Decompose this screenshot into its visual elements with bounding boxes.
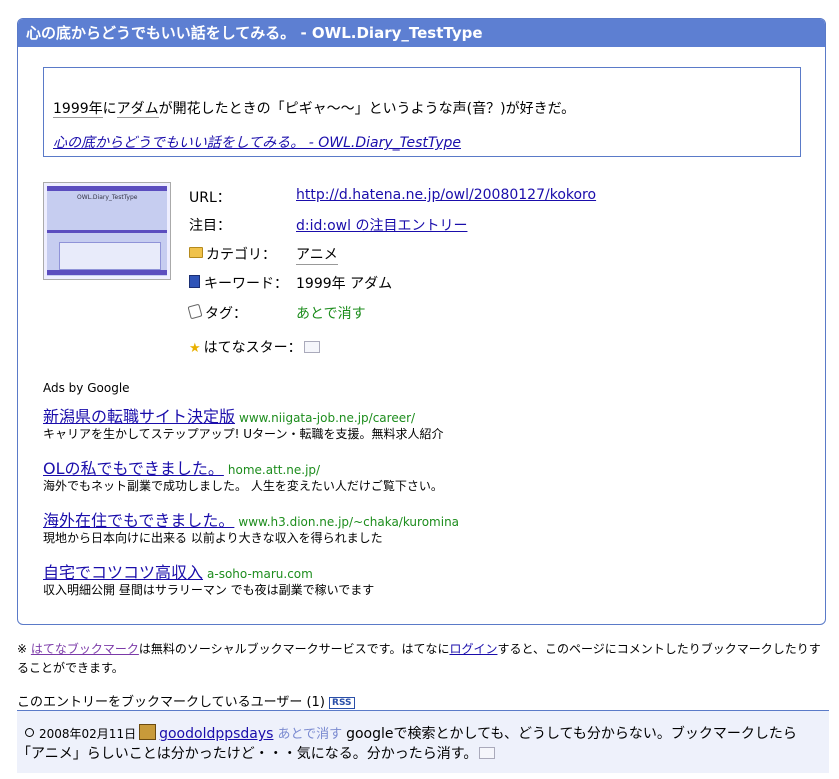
folder-icon xyxy=(189,247,203,258)
ad-description: 海外でもネット副業で成功しました。 人生を変えたい人だけご覧下さい。 xyxy=(43,479,443,493)
entry-url-link[interactable]: http://d.hatena.ne.jp/owl/20080127/kokor… xyxy=(296,187,596,203)
bookmark-comment-cont: 「アニメ」らしいことは分かったけど・・・気になる。分かったら消す。 xyxy=(17,743,496,763)
bookmark-comment: googleで検索とかしても、どうしても分からない。ブックマークしたら xyxy=(346,726,797,742)
ad-item: 海外在住でもできました。 www.h3.dion.ne.jp/~chaka/kur… xyxy=(43,507,460,545)
attention-label: 注目： xyxy=(189,218,231,234)
bullet-circle-icon xyxy=(25,728,34,737)
keyword-label: キーワード： xyxy=(189,273,288,293)
ad-description: 収入明細公開 昼間はサラリーマン でも夜は副業で稼いでます xyxy=(43,583,375,597)
page-thumbnail[interactable]: OWL.Diary_TestType xyxy=(43,182,171,280)
ad-url: home.att.ne.jp/ xyxy=(227,463,321,477)
bookmark-entry: 2008年02月11日 goodoldppsdays あとで消す googleで検索と… xyxy=(17,710,829,773)
bookmark-tag[interactable]: あとで消す xyxy=(277,727,342,742)
bookmark-comment-text: 「アニメ」らしいことは分かったけど・・・気になる。分かったら消す。 xyxy=(17,746,478,762)
quote-text: 1999年にアダムが開花したときの「ピギャ〜〜」というような声(音？)が好きだ。 xyxy=(53,98,575,118)
ad-title-link[interactable]: 新潟県の転職サイト決定版 xyxy=(43,407,235,426)
hatena-bookmark-link[interactable]: はてなブックマーク xyxy=(31,642,139,656)
category-label-text: カテゴリ： xyxy=(206,247,276,263)
keyword-book-icon xyxy=(189,275,200,288)
entry-title: 心の底からどうでもいい話をしてみる。 - OWL.Diary_TestType xyxy=(18,19,825,47)
ad-description: キャリアを生かしてステップアップ! Uターン・転職を支援。無料求人紹介 xyxy=(43,427,444,441)
tag-icon xyxy=(187,303,203,320)
bookmark-users-header: このエントリーをブックマークしているユーザー (1) RSS xyxy=(17,691,355,710)
thumbnail-bar xyxy=(47,186,167,191)
ad-item: OLの私でもできました。 home.att.ne.jp/ 海外でもネット副業で成功… xyxy=(43,455,443,493)
category-label: カテゴリ： xyxy=(189,244,276,264)
bookmark-date: 2008年02月11日 xyxy=(39,727,137,741)
ad-title-link[interactable]: 海外在住でもできました。 xyxy=(43,511,234,530)
add-star-icon[interactable] xyxy=(479,747,496,759)
thumbnail-caption: OWL.Diary_TestType xyxy=(77,194,138,201)
category-value[interactable]: アニメ xyxy=(296,244,338,265)
user-avatar[interactable] xyxy=(139,724,157,740)
ad-item: 自宅でコツコツ高収入 a-soho-maru.com 収入明細公開 昼間はサラリー… xyxy=(43,559,374,597)
bookmark-line: 2008年02月11日 goodoldppsdays あとで消す googleで検索と… xyxy=(25,723,797,743)
thumbnail-image: OWL.Diary_TestType xyxy=(47,186,167,276)
tag-label-text: タグ： xyxy=(205,306,247,322)
keyword-adam[interactable]: アダム xyxy=(116,101,159,118)
login-link[interactable]: ログイン xyxy=(449,642,497,656)
tag-label: タグ： xyxy=(187,303,247,323)
keyword-1999[interactable]: 1999年 xyxy=(53,101,103,118)
keyword-value[interactable]: 1999年 アダム xyxy=(296,273,392,293)
quote-box: 1999年にアダムが開花したときの「ピギャ〜〜」というような声(音？)が好きだ。… xyxy=(43,67,801,157)
keyword-label-text: キーワード： xyxy=(204,276,288,292)
add-star-icon[interactable] xyxy=(303,341,320,353)
ad-url: a-soho-maru.com xyxy=(207,567,313,581)
tag-value[interactable]: あとで消す xyxy=(296,303,366,323)
thumbnail-bar xyxy=(47,270,167,275)
attention-entries-link[interactable]: d:id:owl の注目エントリー xyxy=(296,215,467,235)
users-header-text: このエントリーをブックマークしているユーザー (1) xyxy=(17,695,325,710)
service-note: ※ はてなブックマークは無料のソーシャルブックマークサービスです。はてなにログイ… xyxy=(17,640,829,678)
thumbnail-panel xyxy=(59,242,161,270)
quote-source-link[interactable]: 心の底からどうでもいい話をしてみる。 - OWL.Diary_TestType xyxy=(53,132,461,152)
ads-section: Ads by Google 新潟県の転職サイト決定版 www.niigata-jo… xyxy=(43,381,459,597)
star-icon: ★ xyxy=(189,341,201,356)
ad-url: www.h3.dion.ne.jp/~chaka/kuromina xyxy=(238,515,460,529)
star-label: ★ はてなスター： xyxy=(189,337,320,357)
star-label-text: はてなスター： xyxy=(203,340,302,356)
ad-description: 現地から日本向けに出来る 以前より大きな収入を得られました xyxy=(43,531,383,545)
url-label: URL： xyxy=(189,190,231,206)
rss-icon[interactable]: RSS xyxy=(329,697,355,709)
ad-title-link[interactable]: OLの私でもできました。 xyxy=(43,459,224,478)
entry-card: 心の底からどうでもいい話をしてみる。 - OWL.Diary_TestType … xyxy=(17,18,826,625)
ad-title-link[interactable]: 自宅でコツコツ高収入 xyxy=(43,563,203,582)
note-text: は無料のソーシャルブックマークサービスです。はてなに xyxy=(138,642,450,656)
bookmark-user-link[interactable]: goodoldppsdays xyxy=(159,726,273,742)
quote-fragment: が開花したときの「ピギャ〜〜」というような声(音？)が好きだ。 xyxy=(158,101,576,117)
ad-url: www.niigata-job.ne.jp/career/ xyxy=(239,411,416,425)
thumbnail-bar xyxy=(47,230,167,233)
ad-item: 新潟県の転職サイト決定版 www.niigata-job.ne.jp/career… xyxy=(43,403,443,441)
note-prefix: ※ xyxy=(17,642,31,656)
quote-fragment: に xyxy=(102,101,117,117)
ads-header: Ads by Google xyxy=(43,381,130,395)
